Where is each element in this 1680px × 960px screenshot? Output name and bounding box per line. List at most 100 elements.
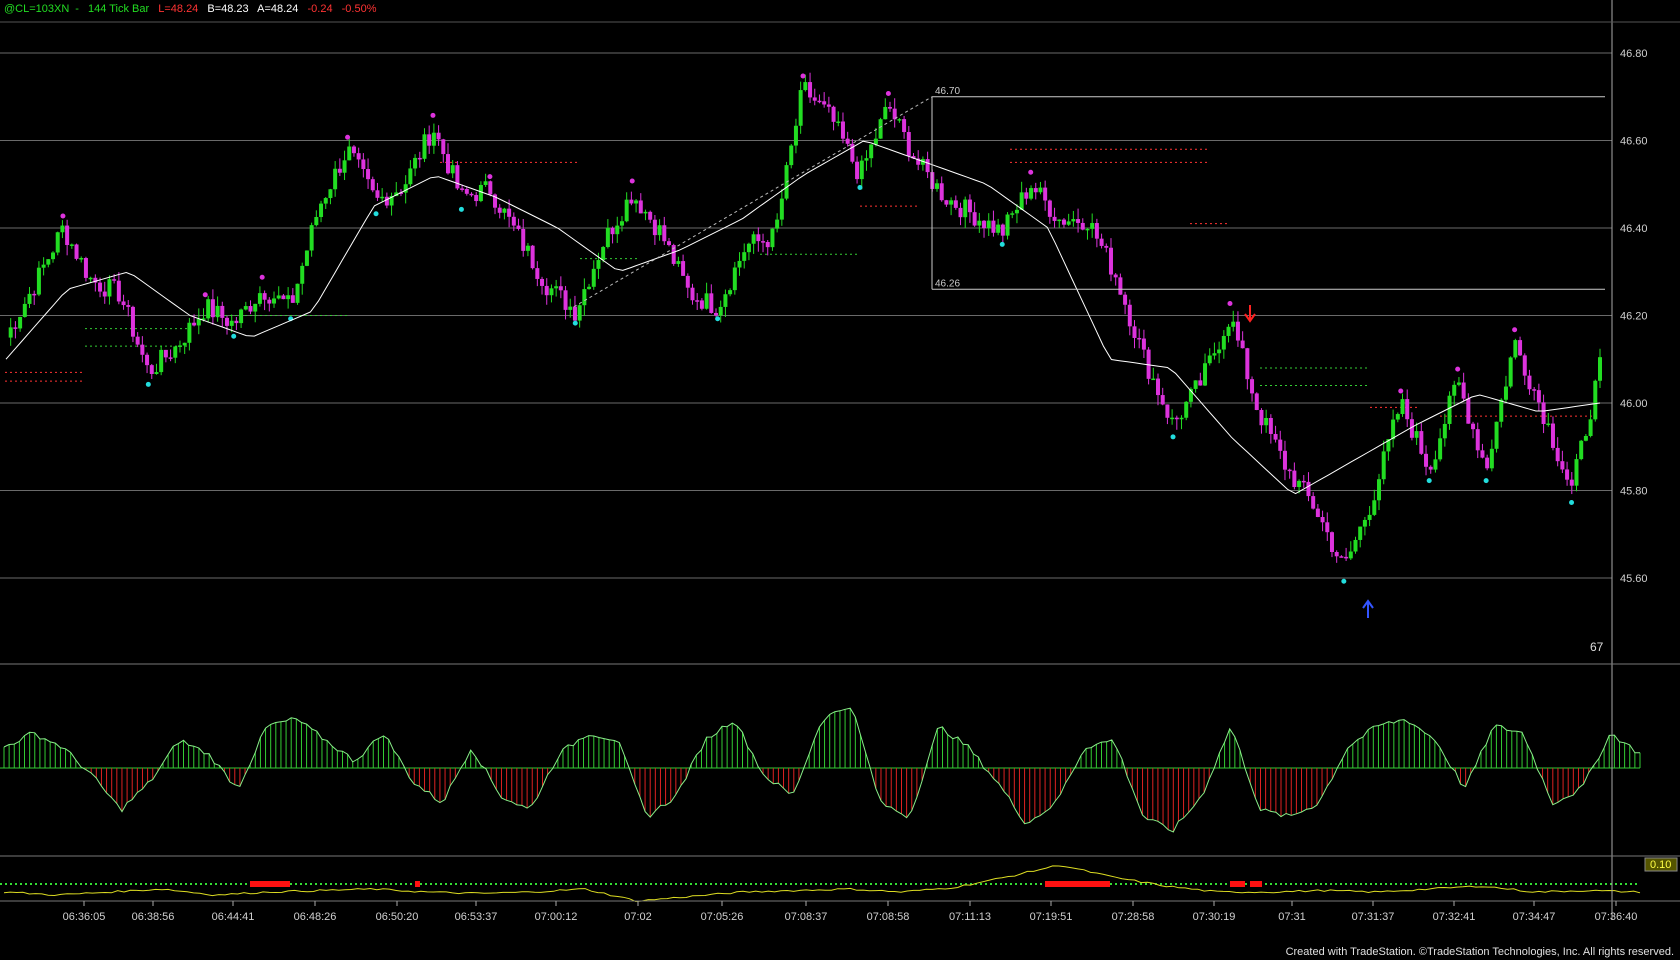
down-bar — [1555, 447, 1560, 462]
up-bar — [1367, 514, 1372, 520]
up-bar — [295, 283, 300, 303]
sell-arrow-icon — [1244, 305, 1256, 323]
down-bar — [262, 293, 267, 300]
up-bar — [1508, 357, 1513, 387]
down-bar — [1104, 245, 1109, 248]
x-tick-label: 07:30:19 — [1193, 911, 1236, 923]
down-bar — [1518, 340, 1523, 356]
down-bar — [714, 312, 719, 316]
up-bar — [591, 268, 596, 287]
down-bar — [65, 225, 70, 246]
up-bar — [775, 219, 780, 229]
swing-low-dot — [458, 206, 464, 212]
x-tick-label: 06:38:56 — [132, 911, 175, 923]
up-bar — [1503, 386, 1508, 400]
down-bar — [1273, 433, 1278, 440]
up-bar — [323, 198, 328, 204]
down-bar — [1108, 247, 1113, 275]
up-bar — [1489, 448, 1494, 469]
down-bar — [102, 291, 107, 297]
up-bar — [41, 264, 46, 268]
up-bar — [243, 306, 248, 310]
down-bar — [695, 300, 700, 302]
down-bar — [460, 188, 465, 190]
down-bar — [1000, 224, 1005, 236]
up-bar — [408, 168, 413, 185]
up-bar — [1090, 223, 1095, 229]
down-bar — [1475, 429, 1480, 451]
up-bar — [1297, 480, 1302, 488]
up-bar — [483, 181, 488, 185]
down-bar — [761, 241, 766, 243]
up-bar — [549, 288, 554, 296]
up-bar — [79, 257, 84, 260]
up-bar — [751, 234, 756, 244]
up-bar — [864, 158, 869, 161]
up-bar — [1203, 363, 1208, 386]
down-bar — [1541, 402, 1546, 425]
up-bar — [173, 346, 178, 358]
x-tick-label: 07:36:40 — [1595, 911, 1638, 923]
down-bar — [1094, 223, 1099, 239]
x-tick-label: 06:48:26 — [294, 911, 337, 923]
down-bar — [544, 285, 549, 296]
signal-alert-bar — [415, 881, 420, 887]
up-bar — [554, 286, 559, 289]
down-bar — [1565, 469, 1570, 480]
up-bar — [803, 82, 808, 91]
down-bar — [248, 306, 253, 312]
down-bar — [116, 280, 121, 302]
down-bar — [808, 82, 813, 98]
down-bar — [1329, 532, 1334, 553]
up-bar — [1362, 519, 1367, 527]
up-bar — [619, 221, 624, 226]
up-bar — [1184, 401, 1189, 418]
up-bar — [413, 157, 418, 169]
down-bar — [1424, 453, 1429, 467]
down-bar — [845, 138, 850, 144]
down-bar — [563, 290, 568, 310]
up-bar — [1414, 431, 1419, 438]
down-bar — [1076, 219, 1081, 223]
up-bar — [319, 203, 324, 217]
swing-high-dot — [202, 292, 208, 298]
up-bar — [46, 259, 51, 265]
low-label: L=48.24 — [158, 3, 199, 15]
down-bar — [126, 305, 131, 307]
down-bar — [1254, 393, 1259, 410]
down-bar — [530, 245, 535, 269]
down-bar — [521, 228, 526, 251]
up-bar — [51, 252, 56, 260]
down-bar — [840, 121, 845, 139]
up-bar — [182, 342, 187, 346]
down-bar — [958, 207, 963, 218]
up-bar — [634, 200, 639, 204]
down-bar — [681, 261, 686, 276]
down-bar — [145, 354, 150, 366]
down-bar — [83, 257, 88, 278]
up-bar — [276, 295, 281, 299]
down-bar — [1043, 187, 1048, 201]
down-bar — [765, 242, 770, 248]
swing-low-dot — [857, 185, 863, 190]
up-bar — [304, 250, 309, 266]
down-bar — [1569, 479, 1574, 486]
down-bar — [855, 161, 860, 180]
up-bar — [215, 305, 220, 318]
up-bar — [704, 293, 709, 309]
up-bar — [1395, 414, 1400, 420]
up-bar — [1085, 228, 1090, 231]
down-bar — [558, 286, 563, 291]
up-bar — [1593, 380, 1598, 420]
up-bar — [986, 220, 991, 229]
up-bar — [770, 228, 775, 248]
chart-header: @CL=103XN - 144 Tick Bar L=48.24 B=48.23 … — [4, 3, 377, 15]
y-tick-label: 46.80 — [1620, 48, 1648, 60]
up-bar — [253, 303, 258, 312]
buy-arrow-icon — [1362, 599, 1374, 618]
down-bar — [1334, 552, 1339, 557]
down-bar — [74, 244, 79, 259]
down-bar — [1259, 409, 1264, 426]
down-bar — [1268, 417, 1273, 434]
y-tick-label: 46.20 — [1620, 311, 1648, 323]
